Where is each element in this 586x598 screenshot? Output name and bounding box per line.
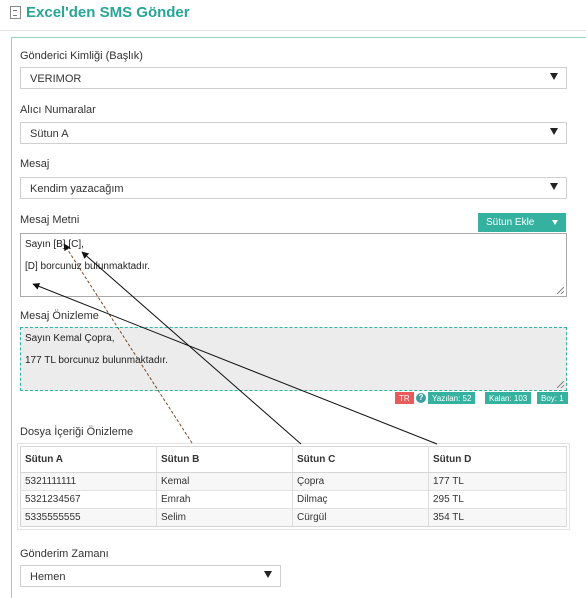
caret-down-icon: [264, 571, 272, 578]
schedule-select[interactable]: Hemen: [20, 565, 281, 587]
table-cell: 295 TL: [428, 490, 567, 509]
message-preview-label: Mesaj Önizleme: [20, 310, 99, 322]
schedule-select-value: Hemen: [30, 571, 66, 583]
message-text-line-3: [D] borcunuz bulunmaktadır.: [25, 261, 151, 272]
remaining-count-badge: Kalan: 103: [485, 392, 532, 404]
language-badge[interactable]: TR: [395, 392, 414, 404]
table-cell: 354 TL: [428, 508, 567, 527]
message-preview-line-2: [25, 344, 562, 355]
written-count-badge: Yazılan: 52: [428, 392, 476, 404]
caret-down-icon: [550, 73, 558, 80]
caret-down-icon: [550, 128, 558, 135]
page-header: Excel'den SMS Gönder: [0, 0, 586, 31]
sender-select[interactable]: VERIMOR: [20, 67, 567, 89]
message-select[interactable]: Kendim yazacağım: [20, 177, 567, 199]
table-cell: Çopra: [292, 472, 429, 491]
table-cell: 5321234567: [20, 490, 157, 509]
message-text-input[interactable]: Sayın [B] [C], [D] borcunuz bulunmaktadı…: [20, 233, 567, 297]
table-row: 5321111111 Kemal Çopra 177 TL: [20, 472, 567, 491]
message-preview-line-1: Sayın Kemal Çopra,: [25, 333, 115, 344]
table-cell: Kemal: [156, 472, 293, 491]
table-header-row: Sütun A Sütun B Sütun C Sütun D: [20, 446, 567, 473]
message-size-badge: Boy: 1: [537, 392, 568, 404]
excel-file-icon: [10, 6, 21, 19]
help-icon[interactable]: ?: [416, 393, 426, 403]
table-cell: Emrah: [156, 490, 293, 509]
message-text-line-2: [25, 250, 562, 261]
column-header: Sütun B: [156, 446, 293, 473]
recipients-label: Alıcı Numaralar: [20, 104, 96, 116]
file-preview-table: Sütun A Sütun B Sütun C Sütun D 53211111…: [20, 446, 567, 527]
table-cell: 177 TL: [428, 472, 567, 491]
sender-label: Gönderici Kimliği (Başlık): [20, 50, 143, 62]
sender-select-value: VERIMOR: [30, 73, 82, 85]
table-row: 5321234567 Emrah Dilmaç 295 TL: [20, 490, 567, 509]
add-column-button[interactable]: Sütun Ekle: [478, 213, 566, 232]
message-preview-box: Sayın Kemal Çopra, 177 TL borcunuz bulun…: [20, 327, 567, 391]
column-header: Sütun D: [428, 446, 567, 473]
message-preview-line-3: 177 TL borcunuz bulunmaktadır.: [25, 355, 168, 366]
table-cell: Selim: [156, 508, 293, 527]
recipients-select[interactable]: Sütun A: [20, 122, 567, 144]
column-header: Sütun C: [292, 446, 429, 473]
file-preview-label: Dosya İçeriği Önizleme: [20, 426, 134, 438]
recipients-select-value: Sütun A: [30, 128, 69, 140]
page-title-text: Excel'den SMS Gönder: [26, 4, 190, 21]
message-label: Mesaj: [20, 158, 50, 170]
table-row: 5335555555 Selim Cürgül 354 TL: [20, 508, 567, 527]
page-title: Excel'den SMS Gönder: [10, 4, 190, 21]
table-cell: 5321111111: [20, 472, 157, 491]
table-cell: 5335555555: [20, 508, 157, 527]
message-select-value: Kendim yazacağım: [30, 183, 124, 195]
add-column-button-label: Sütun Ekle: [486, 217, 535, 228]
caret-down-icon: [552, 220, 558, 225]
message-text-label: Mesaj Metni: [20, 214, 80, 226]
table-cell: Dilmaç: [292, 490, 429, 509]
caret-down-icon: [550, 183, 558, 190]
schedule-label: Gönderim Zamanı: [20, 548, 109, 560]
column-header: Sütun A: [20, 446, 157, 473]
message-text-line-1: Sayın [B] [C],: [25, 239, 84, 250]
resize-handle[interactable]: [557, 381, 564, 388]
table-cell: Cürgül: [292, 508, 429, 527]
resize-handle[interactable]: [557, 287, 564, 294]
